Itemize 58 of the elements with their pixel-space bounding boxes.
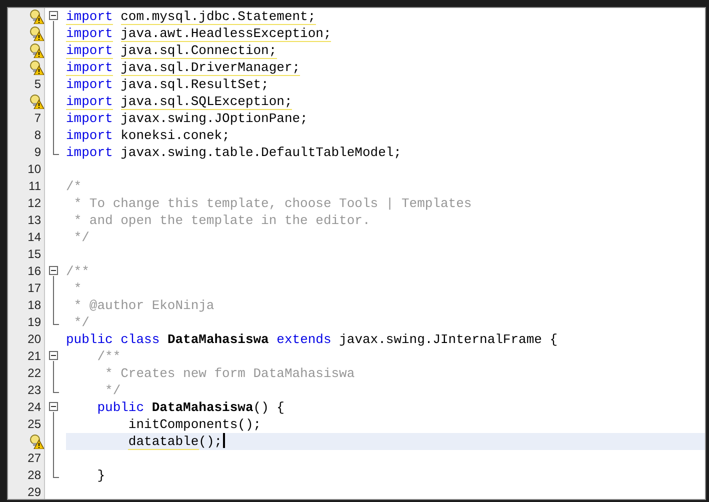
lightbulb-warning-icon[interactable]: [29, 43, 44, 58]
line-number: 17: [26, 280, 42, 297]
line-number: 11: [28, 178, 42, 195]
line-number: 28: [26, 467, 42, 484]
line-number: 20: [26, 331, 42, 348]
line-number: 24: [26, 399, 42, 416]
line-number: 21: [26, 348, 42, 365]
line-number: 16: [26, 263, 42, 280]
line-number: 22: [26, 365, 42, 382]
line-number: 5: [33, 76, 42, 93]
code-line: import java.sql.SQLException;: [66, 93, 294, 110]
code-line: /**: [66, 263, 90, 280]
code-line: import java.awt.HeadlessException;: [66, 25, 332, 42]
lightbulb-warning-icon[interactable]: [29, 9, 44, 24]
code-line: import java.sql.Connection;: [66, 42, 278, 59]
lightbulb-warning-icon[interactable]: [29, 434, 44, 449]
code-line: }: [96, 467, 106, 484]
code-line: * @author EkoNinja: [72, 297, 216, 314]
line-number: 10: [26, 161, 42, 178]
line-number: 13: [26, 212, 42, 229]
lightbulb-warning-icon[interactable]: [29, 60, 44, 75]
code-line: */: [72, 229, 90, 246]
line-number: 8: [33, 127, 42, 144]
fold-icon[interactable]: [49, 402, 58, 411]
code-line: * To change this template, choose Tools | Templates: [72, 195, 473, 212]
line-number: 27: [26, 450, 42, 467]
code-line: /*: [66, 178, 83, 195]
line-number: 7: [33, 110, 42, 127]
line-number: 15: [26, 246, 42, 263]
lightbulb-warning-icon[interactable]: [29, 94, 44, 109]
line-number: 12: [26, 195, 42, 212]
code-line: * and open the template in the editor.: [72, 212, 372, 229]
code-line: */: [72, 314, 90, 331]
code-line: import java.sql.DriverManager;: [66, 59, 302, 76]
code-line: */: [104, 382, 122, 399]
code-line: initComponents();: [127, 416, 262, 433]
code-editor[interactable]: [7, 7, 706, 500]
fold-icon[interactable]: [49, 351, 58, 360]
code-line: * Creates new form DataMahasiswa: [104, 365, 356, 382]
code-line: /**: [96, 348, 122, 365]
code-line: import koneksi.conek;: [66, 127, 231, 144]
line-number: 14: [26, 229, 42, 246]
line-number: 18: [26, 297, 42, 314]
fold-icon[interactable]: [49, 11, 58, 20]
code-line: import javax.swing.table.DefaultTableModel;: [66, 144, 402, 161]
code-line: import javax.swing.JOptionPane;: [66, 110, 309, 127]
line-number: 19: [26, 314, 42, 331]
code-line: *: [72, 280, 83, 297]
line-number: 29: [26, 484, 42, 499]
lightbulb-warning-icon[interactable]: [29, 26, 44, 41]
code-line: import com.mysql.jdbc.Statement;: [66, 8, 317, 25]
code-line: public class DataMahasiswa extends javax.swing.JInternalFrame {: [66, 331, 559, 348]
fold-icon[interactable]: [49, 266, 58, 275]
code-line: public DataMahasiswa() {: [96, 399, 286, 416]
line-number: 23: [26, 382, 42, 399]
line-number: 9: [33, 144, 42, 161]
line-number: 25: [26, 416, 42, 433]
code-line: import java.sql.ResultSet;: [66, 76, 270, 93]
